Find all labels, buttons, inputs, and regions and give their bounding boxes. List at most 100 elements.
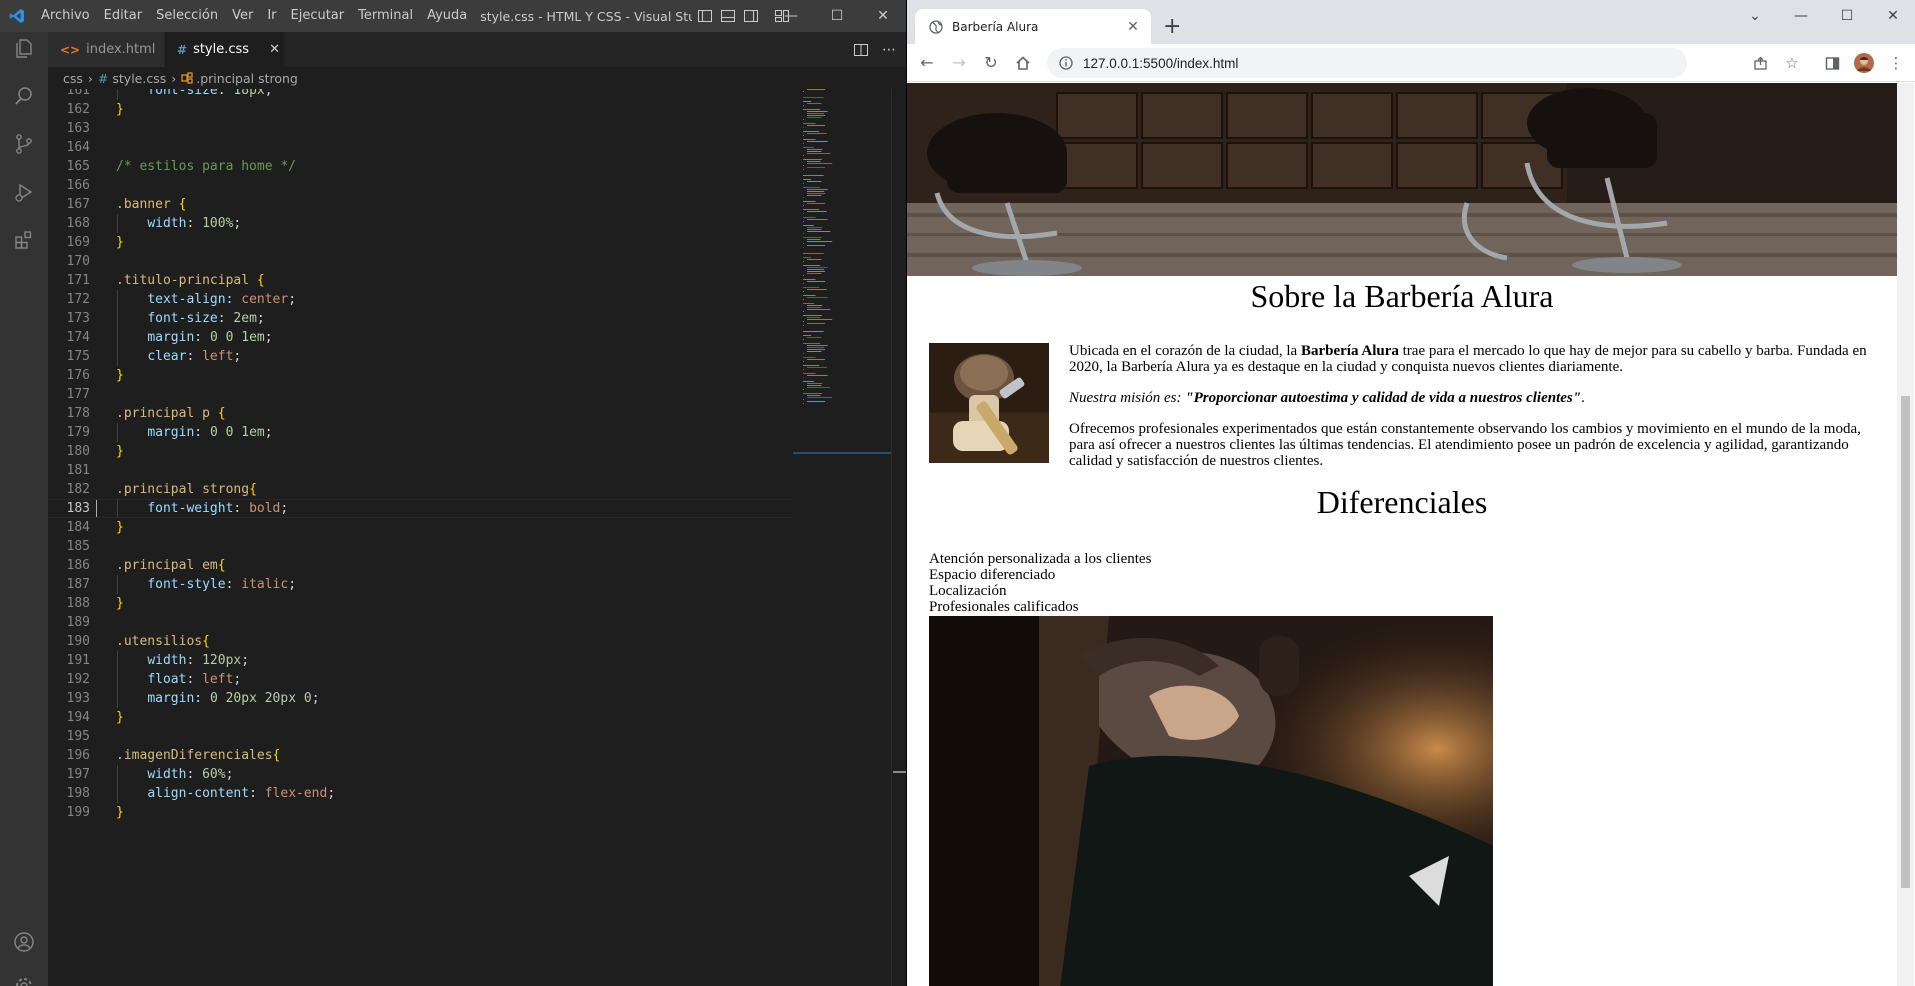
maximize-button[interactable]: ☐ — [814, 0, 860, 32]
new-tab-button[interactable]: + — [1163, 14, 1181, 40]
code-line[interactable]: 177 — [48, 385, 793, 404]
line-number: 177 — [66, 387, 90, 402]
code-line[interactable]: 165 /* estilos para home */ — [48, 157, 793, 176]
source-control-icon[interactable] — [0, 120, 48, 168]
breadcrumb-symbol[interactable]: .principal strong — [196, 71, 298, 86]
accounts-icon[interactable] — [0, 918, 48, 966]
code-line[interactable]: 178 .principal p { — [48, 404, 793, 423]
code-line[interactable]: 174 margin: 0 0 1em; — [48, 328, 793, 347]
reload-icon[interactable]: ↻ — [975, 47, 1007, 79]
code-line[interactable]: 191 width: 120px; — [48, 651, 793, 670]
code-line[interactable]: 167 .banner { — [48, 195, 793, 214]
browser-tab[interactable]: Barbería Alura ✕ — [915, 9, 1151, 44]
forward-arrow-icon[interactable]: → — [943, 47, 975, 79]
minimize-button[interactable]: — — [1778, 0, 1824, 32]
breadcrumb-file[interactable]: style.css — [112, 71, 166, 86]
code-line[interactable]: 184} — [48, 518, 793, 537]
editor-scrollbar[interactable] — [891, 89, 905, 986]
maximize-button[interactable]: ☐ — [1824, 0, 1870, 32]
tab-index-html[interactable]: <> index.html — [48, 32, 165, 67]
menu-ejecutar[interactable]: Ejecutar — [284, 0, 352, 32]
side-panel-icon[interactable] — [1818, 47, 1846, 79]
minimap-line — [807, 193, 825, 194]
globe-favicon-icon — [929, 19, 943, 34]
code-line[interactable]: 195 — [48, 727, 793, 746]
line-number: 185 — [66, 539, 90, 554]
code-line[interactable]: 173 font-size: 2em; — [48, 309, 793, 328]
code-line[interactable]: 183 font-weight: bold; — [48, 499, 793, 518]
menu-ver[interactable]: Ver — [225, 0, 260, 32]
code-line[interactable]: 172 text-align: center; — [48, 290, 793, 309]
explorer-icon[interactable] — [0, 24, 48, 72]
more-actions-icon[interactable]: ⋯ — [882, 42, 896, 58]
close-window-button[interactable]: ✕ — [1870, 0, 1915, 32]
code-line[interactable]: 194} — [48, 708, 793, 727]
profile-avatar[interactable] — [1850, 47, 1878, 79]
code-line[interactable]: 188} — [48, 594, 793, 613]
code-line[interactable]: 164 — [48, 138, 793, 157]
code-line[interactable]: 182 .principal strong{ — [48, 480, 793, 499]
menu-editar[interactable]: Editar — [97, 0, 150, 32]
run-debug-icon[interactable] — [0, 168, 48, 216]
close-tab-icon[interactable]: ✕ — [1123, 17, 1143, 37]
close-tab-icon[interactable]: ✕ — [269, 42, 280, 57]
code-line[interactable]: 169} — [48, 233, 793, 252]
bookmark-star-icon[interactable]: ☆ — [1778, 47, 1806, 79]
line-number: 168 — [66, 216, 90, 231]
menu-seleccion[interactable]: Selección — [149, 0, 225, 32]
scrollbar-thumb[interactable] — [1901, 396, 1910, 888]
toggle-panel-icon[interactable] — [721, 9, 736, 23]
tab-search-chevron-down-icon[interactable]: ⌄ — [1732, 0, 1778, 32]
code-line[interactable]: 197 width: 60%; — [48, 765, 793, 784]
code-line[interactable]: 168 width: 100%; — [48, 214, 793, 233]
tab-strip: Barbería Alura ✕ + ⌄ — ☐ ✕ — [907, 0, 1915, 44]
code-line[interactable]: 187 font-style: italic; — [48, 575, 793, 594]
search-icon[interactable] — [0, 72, 48, 120]
toggle-primary-sidebar-icon[interactable] — [698, 9, 713, 23]
menu-ir[interactable]: Ir — [260, 0, 283, 32]
share-icon[interactable] — [1746, 47, 1774, 79]
code-line[interactable]: 179 margin: 0 0 1em; — [48, 423, 793, 442]
code-line[interactable]: 181 — [48, 461, 793, 480]
home-icon[interactable] — [1007, 47, 1039, 79]
code-line[interactable]: 171 .titulo-principal { — [48, 271, 793, 290]
code-line[interactable]: 166 — [48, 176, 793, 195]
code-editor[interactable]: 161 font-size: 18px; 162} 163 164 165/* esti… — [48, 89, 793, 986]
code-line[interactable]: 190 .utensilios{ — [48, 632, 793, 651]
minimap-line — [803, 143, 804, 144]
toggle-secondary-sidebar-icon[interactable] — [744, 9, 759, 23]
breadcrumb-folder[interactable]: css — [63, 71, 83, 86]
code-line[interactable]: 161 font-size: 18px; — [48, 89, 793, 100]
code-line[interactable]: 196 .imagenDiferenciales{ — [48, 746, 793, 765]
menu-ayuda[interactable]: Ayuda — [420, 0, 474, 32]
info-icon[interactable] — [1059, 56, 1073, 70]
more-options-icon[interactable]: ⋮ — [1882, 47, 1910, 79]
close-window-button[interactable]: ✕ — [860, 0, 906, 32]
code-line[interactable]: 176} — [48, 366, 793, 385]
menu-terminal[interactable]: Terminal — [351, 0, 420, 32]
code-line[interactable]: 192 float: left; — [48, 670, 793, 689]
address-bar[interactable]: 127.0.0.1:5500/index.html — [1047, 48, 1687, 78]
back-arrow-icon[interactable]: ← — [911, 47, 943, 79]
mission-label: Nuestra misión es: — [1069, 390, 1186, 406]
tab-style-css[interactable]: # style.css ✕ — [165, 32, 285, 67]
code-line[interactable]: 198 align-content: flex-end; — [48, 784, 793, 803]
manage-gear-icon[interactable] — [0, 962, 48, 986]
code-line[interactable]: 185 — [48, 537, 793, 556]
extensions-icon[interactable] — [0, 216, 48, 264]
code-line[interactable]: 189 — [48, 613, 793, 632]
code-line[interactable]: 170 — [48, 252, 793, 271]
code-line[interactable]: 199} — [48, 803, 793, 822]
minimize-button[interactable]: — — [768, 0, 814, 32]
code-line[interactable]: 193 margin: 0 20px 20px 0; — [48, 689, 793, 708]
split-editor-icon[interactable] — [854, 43, 868, 57]
code-line[interactable]: 175 clear: left; — [48, 347, 793, 366]
page-scrollbar[interactable] — [1897, 83, 1914, 986]
line-number: 188 — [66, 596, 90, 611]
tab-label: index.html — [86, 42, 156, 57]
code-line[interactable]: 180} — [48, 442, 793, 461]
code-line[interactable]: 186 .principal em{ — [48, 556, 793, 575]
minimap[interactable] — [801, 89, 891, 489]
code-line[interactable]: 162} — [48, 100, 793, 119]
code-line[interactable]: 163 — [48, 119, 793, 138]
